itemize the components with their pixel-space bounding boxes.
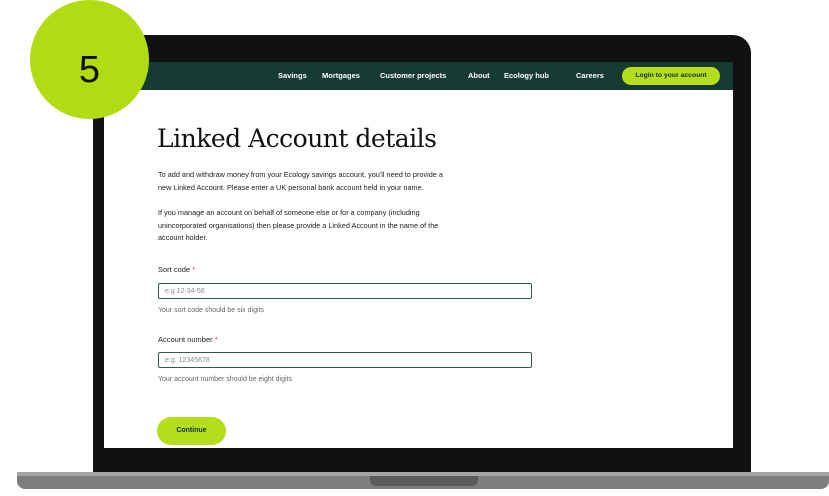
step-number: 5 bbox=[78, 49, 101, 91]
page-title: Linked Account details bbox=[157, 124, 437, 153]
nav-item-savings[interactable]: Savings bbox=[278, 71, 307, 80]
nav-item-ecology-hub[interactable]: Ecology hub bbox=[504, 71, 549, 80]
login-button[interactable]: Login to your account bbox=[622, 67, 720, 85]
nav-item-mortgages[interactable]: Mortgages bbox=[322, 71, 360, 80]
laptop-screen: Savings Mortgages Customer projects Abou… bbox=[104, 62, 733, 448]
sort-code-input[interactable]: e.g 12-34-56 bbox=[158, 283, 532, 299]
intro-line-1: To add and withdraw money from your Ecol… bbox=[158, 170, 443, 179]
sort-code-label: Sort code * bbox=[158, 265, 195, 274]
account-number-hint: Your account number should be eight digi… bbox=[158, 376, 292, 383]
notice-paragraph: If you manage an account on behalf of so… bbox=[158, 207, 558, 245]
top-navbar: Savings Mortgages Customer projects Abou… bbox=[104, 62, 733, 90]
required-asterisk: * bbox=[214, 335, 218, 344]
account-number-label: Account number * bbox=[158, 335, 218, 344]
intro-paragraph: To add and withdraw money from your Ecol… bbox=[158, 169, 558, 194]
notice-line-1: If you manage an account on behalf of so… bbox=[158, 208, 420, 217]
nav-item-careers[interactable]: Careers bbox=[576, 71, 604, 80]
account-number-label-text: Account number bbox=[158, 335, 213, 344]
required-asterisk: * bbox=[192, 265, 196, 274]
intro-line-2: new Linked Account. Please enter a UK pe… bbox=[158, 182, 424, 192]
nav-item-about[interactable]: About bbox=[468, 71, 490, 80]
step-badge: 5 bbox=[30, 0, 149, 119]
nav-item-customer-projects[interactable]: Customer projects bbox=[380, 71, 446, 80]
continue-button[interactable]: Continue bbox=[157, 417, 226, 445]
notice-line-3: account holder. bbox=[158, 233, 208, 242]
sort-code-hint: Your sort code should be six digits bbox=[158, 307, 264, 314]
account-number-input[interactable]: e.g. 12345678 bbox=[158, 352, 532, 368]
notice-line-2: unincorporated organisations) then pleas… bbox=[158, 220, 439, 230]
laptop-notch bbox=[370, 476, 478, 486]
sort-code-label-text: Sort code bbox=[158, 265, 191, 274]
